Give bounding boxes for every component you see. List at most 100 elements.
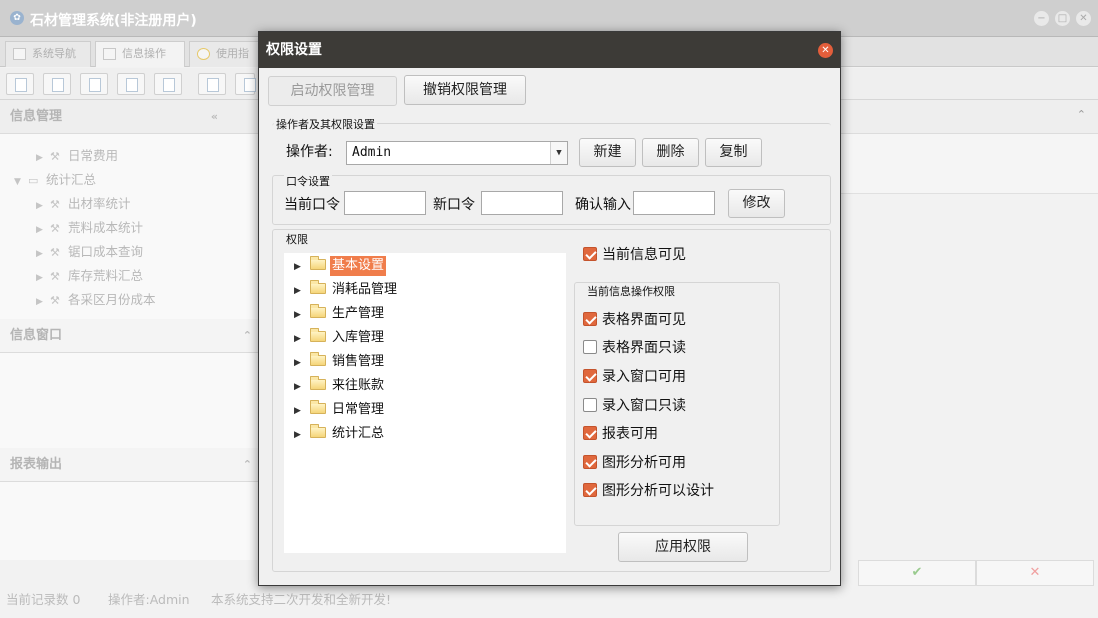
tree-item[interactable]: ▶ 统计汇总 xyxy=(294,424,386,444)
tab-system-nav[interactable]: 系统导航 xyxy=(5,41,91,67)
confirm-password-input[interactable] xyxy=(633,191,715,215)
wrench-icon: ⚒ xyxy=(50,294,60,307)
ops-checkbox[interactable]: 录入窗口可用 xyxy=(583,367,686,387)
folder-icon: ▭ xyxy=(28,174,39,187)
toolbar-view-button[interactable] xyxy=(43,73,71,95)
folder-icon xyxy=(310,400,326,414)
ops-checkbox[interactable]: 表格界面只读 xyxy=(583,338,686,358)
new-password-label: 新口令 xyxy=(433,197,475,213)
tree-item[interactable]: ▶ 入库管理 xyxy=(294,328,386,348)
tree-item[interactable]: ▶ 来往账款 xyxy=(294,376,386,396)
tab-user-guide[interactable]: 使用指南 xyxy=(189,41,259,67)
tree-node[interactable]: ▶ ⚒ 出材率统计 xyxy=(36,193,131,215)
folder-icon xyxy=(310,280,326,294)
copy-operator-button[interactable]: 复制 xyxy=(705,138,762,167)
folder-icon xyxy=(310,352,326,366)
wrench-icon: ⚒ xyxy=(50,270,60,283)
tree-item[interactable]: ▶ 生产管理 xyxy=(294,304,386,324)
expand-arrow-icon[interactable]: ▶ xyxy=(294,305,310,325)
ops-checkbox[interactable]: 录入窗口只读 xyxy=(583,396,686,416)
toolbar-doc-button[interactable] xyxy=(80,73,108,95)
folder-icon xyxy=(310,256,326,270)
status-operator: 操作者:Admin xyxy=(108,592,190,607)
wrench-icon: ⚒ xyxy=(50,222,60,235)
tab-info-ops[interactable]: 信息操作 xyxy=(95,41,185,67)
tree-item[interactable]: ▶ 基本设置 xyxy=(294,256,387,277)
expand-arrow-icon[interactable]: ▶ xyxy=(294,353,310,373)
wrench-icon: ⚒ xyxy=(50,198,60,211)
collapse-left-icon[interactable]: « xyxy=(211,100,218,134)
folder-icon xyxy=(310,328,326,342)
checkbox-box xyxy=(583,483,597,497)
expand-arrow-icon[interactable]: ▶ xyxy=(294,425,310,445)
operator-combo[interactable]: Admin ▼ xyxy=(346,141,568,165)
bottom-button-bar: ✔ ✕ xyxy=(840,560,1098,586)
apply-permissions-button[interactable]: 应用权限 xyxy=(618,532,748,562)
expand-arrow-icon[interactable]: ▶ xyxy=(294,257,310,277)
toolbar-window-button[interactable] xyxy=(154,73,182,95)
expand-arrow-icon: ▶ xyxy=(36,153,43,163)
modify-password-button[interactable]: 修改 xyxy=(728,189,785,218)
checkbox-box xyxy=(583,247,597,261)
minimize-icon[interactable]: − xyxy=(1034,11,1049,26)
folder-icon xyxy=(310,424,326,438)
new-password-input[interactable] xyxy=(481,191,563,215)
ops-checkbox[interactable]: 表格界面可见 xyxy=(583,310,686,330)
panel-header-report-output[interactable]: 报表输出 ⌃ xyxy=(0,448,258,482)
operator-group-title: 操作者及其权限设置 xyxy=(274,118,377,132)
toolbar-edit-button[interactable] xyxy=(117,73,145,95)
collapse-up-icon[interactable]: ⌃ xyxy=(243,319,252,353)
expand-arrow-icon[interactable]: ▶ xyxy=(294,401,310,421)
close-window-icon[interactable]: ✕ xyxy=(1076,11,1091,26)
current-password-input[interactable] xyxy=(344,191,426,215)
expand-arrow-icon[interactable]: ▶ xyxy=(294,281,310,301)
panel-header-info-mgmt[interactable]: 信息管理 « xyxy=(0,100,258,134)
folder-icon xyxy=(310,304,326,318)
tree-item[interactable]: ▶ 销售管理 xyxy=(294,352,386,372)
current-password-label: 当前口令 xyxy=(284,197,340,213)
new-operator-button[interactable]: 新建 xyxy=(579,138,636,167)
confirm-password-label: 确认输入 xyxy=(575,197,631,213)
ops-checkbox[interactable]: 图形分析可用 xyxy=(583,453,686,473)
maximize-icon[interactable]: □ xyxy=(1055,11,1070,26)
checkbox-box xyxy=(583,312,597,326)
right-panel-header: ⌃ xyxy=(840,100,1098,134)
checkbox-box xyxy=(583,398,597,412)
toolbar-print-button[interactable] xyxy=(235,73,256,95)
current-info-visible-checkbox[interactable]: 当前信息可见 xyxy=(583,245,686,265)
chevron-down-icon[interactable]: ▼ xyxy=(550,142,567,164)
dialog-titlebar: 权限设置 ✕ xyxy=(259,32,840,68)
toolbar-export-button[interactable] xyxy=(198,73,226,95)
expand-arrow-icon[interactable]: ▶ xyxy=(294,329,310,349)
tree-node[interactable]: ▶ ⚒ 库存荒料汇总 xyxy=(36,265,143,287)
permission-tree: ▶ 基本设置 ▶ 消耗品管理 ▶ 生产管理 ▶ 入库管理 ▶ 销售管理 ▶ 来往账款 ▶ 日常… xyxy=(284,253,566,553)
app-title: 石材管理系统(非注册用户) xyxy=(30,13,197,29)
tree-item[interactable]: ▶ 日常管理 xyxy=(294,400,386,420)
status-notice: 本系统支持二次开发和全新开发! xyxy=(211,592,392,607)
tree-node[interactable]: ▼ ▭ 统计汇总 xyxy=(14,169,96,191)
ops-checkbox[interactable]: 图形分析可以设计 xyxy=(583,481,714,501)
expand-arrow-icon[interactable]: ▶ xyxy=(294,377,310,397)
expand-arrow-icon: ▶ xyxy=(36,273,43,283)
password-group-title: 口令设置 xyxy=(284,175,332,189)
tree-node[interactable]: ▶ ⚒ 各采区月份成本 xyxy=(36,289,156,311)
wrench-icon: ⚒ xyxy=(50,246,60,259)
close-icon[interactable]: ✕ xyxy=(818,43,833,58)
tree-node[interactable]: ▶ ⚒ 日常费用 xyxy=(36,145,118,167)
panel-header-info-window[interactable]: 信息窗口 ⌃ xyxy=(0,319,258,353)
grid-icon xyxy=(103,48,116,60)
collapse-up-icon[interactable]: ⌃ xyxy=(243,448,252,482)
collapse-up-icon[interactable]: ⌃ xyxy=(1077,108,1086,121)
tree-node[interactable]: ▶ ⚒ 荒料成本统计 xyxy=(36,217,143,239)
delete-operator-button[interactable]: 删除 xyxy=(642,138,699,167)
guide-icon xyxy=(197,48,210,60)
enable-permission-button[interactable]: 启动权限管理 xyxy=(268,76,397,106)
tree-node[interactable]: ▶ ⚒ 锯口成本查询 xyxy=(36,241,143,263)
confirm-button[interactable]: ✔ xyxy=(858,560,976,586)
ops-checkbox[interactable]: 报表可用 xyxy=(583,424,658,444)
toolbar-search-button[interactable] xyxy=(6,73,34,95)
revoke-permission-button[interactable]: 撤销权限管理 xyxy=(404,75,526,105)
status-bar: 当前记录数 0 操作者:Admin 本系统支持二次开发和全新开发! xyxy=(0,586,1098,618)
cancel-button[interactable]: ✕ xyxy=(976,560,1094,586)
tree-item[interactable]: ▶ 消耗品管理 xyxy=(294,280,399,300)
